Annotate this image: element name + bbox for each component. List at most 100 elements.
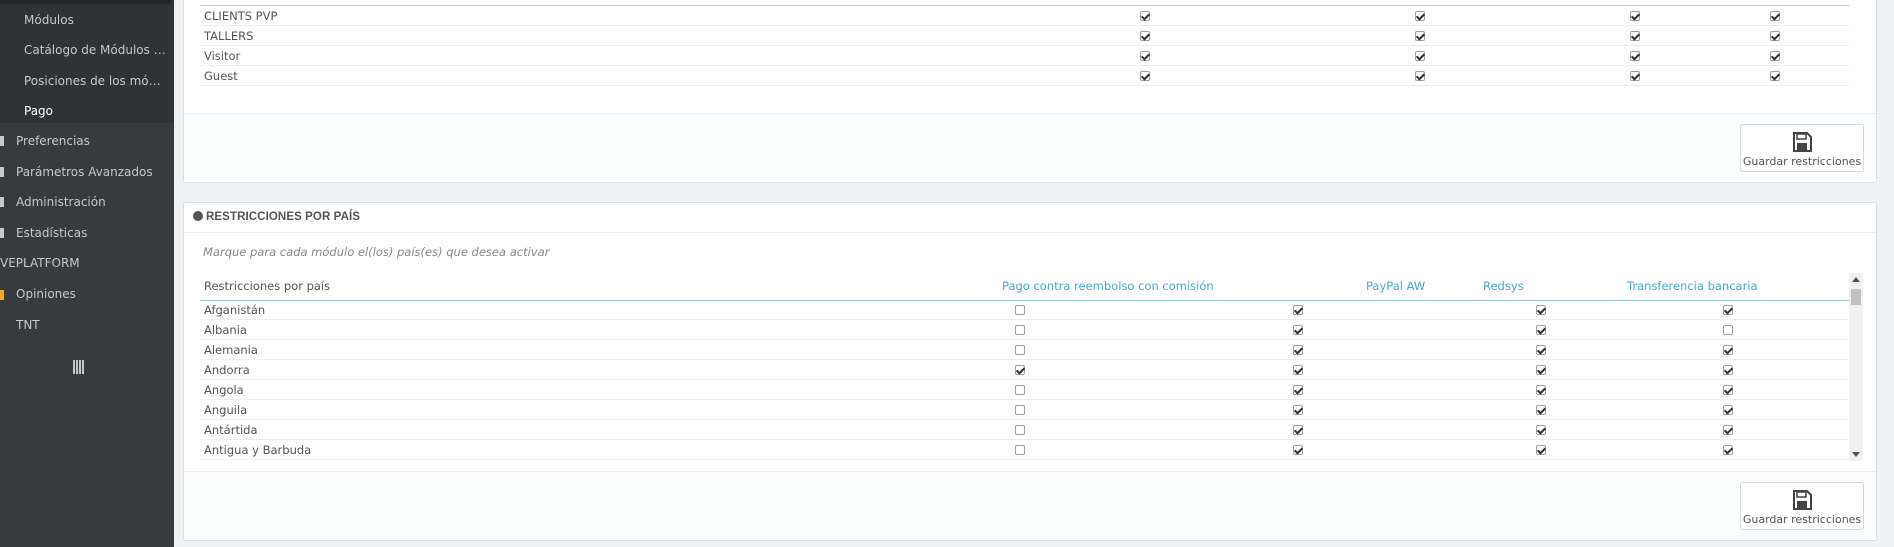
scroll-up-arrow-icon[interactable] bbox=[1852, 277, 1860, 282]
sidebar-subitem-posiciones[interactable]: Posiciones de los módulos bbox=[24, 66, 167, 96]
checkbox-unchecked[interactable] bbox=[1015, 425, 1025, 435]
scroll-thumb[interactable] bbox=[1851, 289, 1861, 305]
sidebar-item-tnt[interactable]: TNT bbox=[16, 310, 166, 340]
checkbox-unchecked[interactable] bbox=[1015, 445, 1025, 455]
checkbox-checked[interactable] bbox=[1293, 345, 1303, 355]
col-header-transfer[interactable]: Transferencia bancaria bbox=[1627, 279, 1758, 293]
checkbox-cell bbox=[1120, 300, 1476, 320]
checkbox-checked[interactable] bbox=[1293, 325, 1303, 335]
checkbox-unchecked[interactable] bbox=[1015, 305, 1025, 315]
sidebar-item-parametros-avanzados[interactable]: Parámetros Avanzados bbox=[16, 157, 166, 187]
checkbox-unchecked[interactable] bbox=[1015, 405, 1025, 415]
col-header-cod[interactable]: Pago contra reembolso con comisión bbox=[1002, 279, 1214, 293]
sidebar-item-estadisticas[interactable]: Estadísticas bbox=[16, 218, 166, 248]
checkbox-cell bbox=[1120, 399, 1476, 420]
checkbox-checked[interactable] bbox=[1722, 445, 1733, 455]
checkbox-checked[interactable] bbox=[1630, 31, 1640, 41]
checkbox-cell bbox=[1700, 65, 1849, 86]
checkbox-checked[interactable] bbox=[1536, 425, 1546, 435]
vertical-scrollbar[interactable] bbox=[1849, 273, 1863, 461]
sidebar-subitem-catalogo[interactable]: Catálogo de Módulos y Te… bbox=[24, 35, 167, 65]
table-row: TALLERS bbox=[200, 25, 1849, 46]
checkbox-checked[interactable] bbox=[1140, 11, 1150, 21]
sidebar-item-opiniones[interactable]: Opiniones bbox=[16, 279, 166, 309]
checkbox-checked[interactable] bbox=[1415, 71, 1425, 81]
checkbox-checked[interactable] bbox=[1015, 365, 1025, 375]
checkbox-checked[interactable] bbox=[1722, 345, 1733, 355]
row-label: Alemania bbox=[200, 339, 920, 360]
checkbox-checked[interactable] bbox=[1536, 385, 1546, 395]
checkbox-cell bbox=[1476, 339, 1606, 360]
checkbox-cell bbox=[1606, 319, 1849, 340]
row-label: Anguila bbox=[200, 399, 920, 420]
checkbox-cell bbox=[1270, 6, 1570, 26]
scroll-down-arrow-icon[interactable] bbox=[1852, 452, 1860, 457]
checkbox-checked[interactable] bbox=[1722, 385, 1733, 395]
star-icon bbox=[0, 290, 4, 300]
checkbox-checked[interactable] bbox=[1630, 11, 1640, 21]
checkbox-checked[interactable] bbox=[1293, 385, 1303, 395]
checkbox-checked[interactable] bbox=[1293, 405, 1303, 415]
checkbox-checked[interactable] bbox=[1293, 425, 1303, 435]
menu-collapse-icon[interactable] bbox=[73, 360, 85, 374]
checkbox-checked[interactable] bbox=[1415, 51, 1425, 61]
checkbox-checked[interactable] bbox=[1769, 31, 1780, 41]
row-label: Antigua y Barbuda bbox=[200, 439, 920, 460]
preferences-icon bbox=[0, 136, 4, 146]
checkbox-unchecked[interactable] bbox=[1722, 325, 1733, 335]
checkbox-checked[interactable] bbox=[1415, 31, 1425, 41]
group-table: CLIENTS PVP TALLERS Visitor Guest bbox=[200, 6, 1849, 86]
panel-title: RESTRICCIONES POR PAÍS bbox=[184, 203, 1876, 233]
globe-icon bbox=[193, 211, 203, 221]
checkbox-cell bbox=[1700, 6, 1849, 26]
checkbox-checked[interactable] bbox=[1722, 305, 1733, 315]
country-table-scroll[interactable]: Afganistán Albania Alemania Andorra Angola An… bbox=[200, 300, 1849, 461]
checkbox-checked[interactable] bbox=[1293, 445, 1303, 455]
sidebar-item-veplatform[interactable]: VEPLATFORM bbox=[0, 248, 150, 278]
country-table: Afganistán Albania Alemania Andorra Angola An… bbox=[200, 300, 1849, 460]
checkbox-checked[interactable] bbox=[1722, 365, 1733, 375]
checkbox-cell bbox=[1120, 319, 1476, 340]
checkbox-checked[interactable] bbox=[1140, 51, 1150, 61]
checkbox-checked[interactable] bbox=[1415, 11, 1425, 21]
table-row: Antigua y Barbuda bbox=[200, 439, 1849, 460]
checkbox-cell bbox=[1020, 25, 1270, 46]
checkbox-cell bbox=[1570, 6, 1700, 26]
checkbox-unchecked[interactable] bbox=[1015, 385, 1025, 395]
sidebar-item-administracion[interactable]: Administración bbox=[16, 187, 166, 217]
checkbox-unchecked[interactable] bbox=[1015, 325, 1025, 335]
col-header-redsys[interactable]: Redsys bbox=[1483, 279, 1524, 293]
checkbox-checked[interactable] bbox=[1722, 425, 1733, 435]
checkbox-checked[interactable] bbox=[1630, 71, 1640, 81]
checkbox-checked[interactable] bbox=[1536, 445, 1546, 455]
group-restrictions-panel: CLIENTS PVP TALLERS Visitor Guest Guardar r… bbox=[183, 0, 1877, 183]
checkbox-checked[interactable] bbox=[1140, 71, 1150, 81]
checkbox-checked[interactable] bbox=[1769, 71, 1780, 81]
checkbox-checked[interactable] bbox=[1630, 51, 1640, 61]
checkbox-checked[interactable] bbox=[1722, 405, 1733, 415]
checkbox-cell bbox=[1476, 319, 1606, 340]
checkbox-checked[interactable] bbox=[1769, 51, 1780, 61]
checkbox-checked[interactable] bbox=[1536, 305, 1546, 315]
sidebar-subitem-modulos[interactable]: Módulos bbox=[24, 5, 167, 35]
checkbox-unchecked[interactable] bbox=[1015, 345, 1025, 355]
checkbox-checked[interactable] bbox=[1536, 325, 1546, 335]
table-row: Angola bbox=[200, 379, 1849, 400]
checkbox-checked[interactable] bbox=[1536, 365, 1546, 375]
checkbox-cell bbox=[1570, 65, 1700, 86]
checkbox-checked[interactable] bbox=[1293, 365, 1303, 375]
table-row: Visitor bbox=[200, 45, 1849, 66]
checkbox-checked[interactable] bbox=[1140, 31, 1150, 41]
col-header-paypal[interactable]: PayPal AW bbox=[1366, 279, 1425, 293]
checkbox-checked[interactable] bbox=[1536, 345, 1546, 355]
save-group-restrictions-button[interactable]: Guardar restricciones bbox=[1740, 124, 1864, 172]
checkbox-checked[interactable] bbox=[1536, 405, 1546, 415]
sidebar-subitem-pago[interactable]: Pago bbox=[24, 96, 167, 126]
table-row: Albania bbox=[200, 319, 1849, 340]
checkbox-checked[interactable] bbox=[1293, 305, 1303, 315]
checkbox-checked[interactable] bbox=[1769, 11, 1780, 21]
save-country-restrictions-button[interactable]: Guardar restricciones bbox=[1740, 482, 1864, 530]
checkbox-cell bbox=[1270, 25, 1570, 46]
stats-icon bbox=[0, 228, 4, 238]
sidebar-item-preferencias[interactable]: Preferencias bbox=[16, 126, 166, 156]
